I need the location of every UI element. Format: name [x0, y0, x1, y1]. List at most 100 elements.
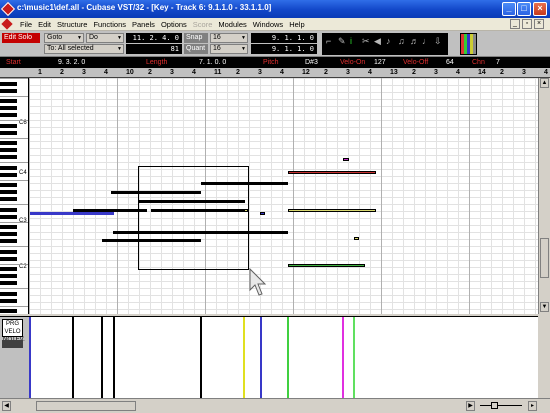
- velocity-lane[interactable]: [29, 316, 538, 398]
- black-key[interactable]: [0, 267, 17, 271]
- black-key[interactable]: [0, 214, 17, 219]
- close-button[interactable]: ×: [533, 2, 547, 16]
- start-value[interactable]: 9. 3. 2. 0: [58, 58, 85, 67]
- menu-file[interactable]: File: [17, 19, 35, 30]
- black-key[interactable]: [0, 141, 17, 145]
- note-event[interactable]: [102, 239, 201, 242]
- to-selection-dropdown[interactable]: To: All selected ▼: [44, 44, 124, 54]
- midi-in-icon[interactable]: ⇩: [434, 36, 442, 47]
- scroll-left-arrow-icon[interactable]: ◀: [2, 401, 11, 411]
- black-key[interactable]: [0, 88, 17, 93]
- black-key[interactable]: [0, 148, 17, 152]
- velocity-bar[interactable]: [29, 317, 31, 398]
- black-key[interactable]: [0, 155, 17, 159]
- velocity-bar[interactable]: [200, 317, 202, 398]
- pitch-value[interactable]: D#3: [305, 58, 318, 67]
- black-key[interactable]: [0, 106, 17, 110]
- note-event[interactable]: [260, 212, 265, 215]
- note-event[interactable]: [288, 209, 376, 212]
- zoom-slider-track[interactable]: [480, 405, 522, 406]
- do-dropdown[interactable]: Do ▼: [86, 33, 124, 43]
- quant-dropdown[interactable]: 16 ▼: [210, 44, 248, 54]
- pencil-tool-icon[interactable]: ✎: [338, 36, 346, 47]
- note-event[interactable]: [354, 237, 359, 240]
- colors-button[interactable]: [460, 33, 477, 55]
- menu-modules[interactable]: Modules: [215, 19, 249, 30]
- velo-off-value[interactable]: 64: [446, 58, 454, 67]
- mdi-minimize-button[interactable]: _: [510, 19, 520, 29]
- black-key[interactable]: [0, 165, 17, 170]
- controller-type-label[interactable]: PRG VELO NOTEV.: [2, 319, 25, 343]
- velocity-bar[interactable]: [72, 317, 74, 398]
- edit-solo-button[interactable]: Edit Solo: [2, 33, 40, 43]
- menu-help[interactable]: Help: [286, 19, 307, 30]
- black-key[interactable]: [0, 81, 17, 86]
- black-key[interactable]: [0, 256, 17, 261]
- menu-edit[interactable]: Edit: [35, 19, 54, 30]
- black-key[interactable]: [0, 281, 17, 285]
- velocity-bar[interactable]: [113, 317, 115, 398]
- note-event[interactable]: [343, 158, 349, 161]
- note-event[interactable]: [30, 212, 114, 215]
- vertical-scroll-thumb[interactable]: [540, 238, 549, 278]
- note-event[interactable]: [73, 209, 147, 212]
- horizontal-scroll-thumb[interactable]: [36, 401, 136, 411]
- scroll-up-arrow-icon[interactable]: ▲: [540, 78, 549, 88]
- black-key[interactable]: [0, 99, 17, 103]
- length-value[interactable]: 7. 1. 0. 0: [199, 58, 226, 67]
- time-ruler[interactable]: 1 2 3 4 10 2 3 4 11 2 3 4 12 2 3 4 13 2 3 4 14 2 3 4: [29, 68, 550, 78]
- menu-windows[interactable]: Windows: [250, 19, 286, 30]
- black-key[interactable]: [0, 172, 17, 177]
- velocity-bar[interactable]: [101, 317, 103, 398]
- note-event[interactable]: [138, 200, 245, 203]
- zoom-slider-handle[interactable]: [491, 402, 498, 409]
- mdi-close-button[interactable]: ×: [534, 19, 544, 29]
- note-event[interactable]: [288, 264, 365, 267]
- black-key[interactable]: [0, 183, 17, 187]
- velocity-bar[interactable]: [353, 317, 355, 398]
- black-key[interactable]: [0, 249, 17, 254]
- velocity-bar[interactable]: [287, 317, 289, 398]
- speaker-icon[interactable]: ◀: [374, 36, 381, 47]
- note-event[interactable]: [111, 191, 201, 194]
- position-field[interactable]: 11. 2. 4. 0: [126, 33, 182, 43]
- note-event[interactable]: [201, 182, 288, 185]
- note-event[interactable]: [288, 171, 376, 174]
- menu-structure[interactable]: Structure: [54, 19, 90, 30]
- note-event[interactable]: [151, 209, 249, 212]
- chn-value[interactable]: 7: [496, 58, 500, 67]
- black-key[interactable]: [0, 130, 17, 135]
- note-event[interactable]: [113, 231, 288, 234]
- black-key[interactable]: [0, 207, 17, 212]
- black-key[interactable]: [0, 123, 17, 128]
- value-field[interactable]: 81: [126, 44, 182, 54]
- note-grid[interactable]: [29, 78, 538, 314]
- scissors-tool-icon[interactable]: ✂: [362, 36, 370, 47]
- document-menu-icon[interactable]: [1, 18, 13, 30]
- piano-keyboard[interactable]: C6 C4 C3 C2: [0, 78, 29, 314]
- maximize-button[interactable]: □: [517, 2, 531, 16]
- black-key[interactable]: [0, 197, 17, 201]
- arrow-tool-icon[interactable]: ⌐: [326, 36, 331, 46]
- left-locator-field[interactable]: 9. 1. 1. 0: [251, 33, 317, 43]
- mdi-restore-button[interactable]: ▫: [522, 19, 532, 29]
- kick-tool-icon[interactable]: ♬: [410, 36, 419, 46]
- magnifier-icon[interactable]: ♪: [386, 36, 391, 46]
- goto-dropdown[interactable]: Goto ▼: [44, 33, 84, 43]
- info-icon[interactable]: i: [350, 36, 352, 46]
- scroll-right-arrow-icon[interactable]: ▶: [466, 401, 475, 411]
- menu-panels[interactable]: Panels: [129, 19, 158, 30]
- eraser-tool-icon[interactable]: ♩: [422, 36, 431, 46]
- note-tool-icon[interactable]: ♫: [398, 36, 405, 46]
- black-key[interactable]: [0, 190, 17, 194]
- black-key[interactable]: [0, 309, 17, 313]
- zoom-in-icon[interactable]: ▸: [528, 401, 537, 411]
- black-key[interactable]: [0, 232, 17, 236]
- vertical-scrollbar[interactable]: ▲ ▼: [538, 78, 550, 314]
- velocity-bar[interactable]: [260, 317, 262, 398]
- minimize-button[interactable]: _: [502, 2, 516, 16]
- black-key[interactable]: [0, 298, 17, 303]
- black-key[interactable]: [0, 225, 17, 229]
- velocity-bar[interactable]: [243, 317, 245, 398]
- velocity-bar[interactable]: [342, 317, 344, 398]
